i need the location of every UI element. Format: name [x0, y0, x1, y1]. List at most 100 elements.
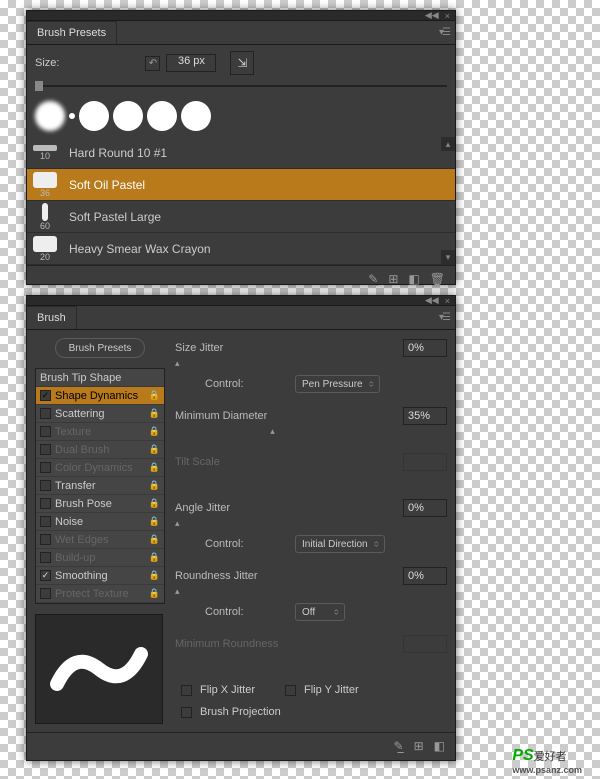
collapse-icon[interactable]: ◀◀: [425, 10, 439, 21]
brush-preview-icon[interactable]: [181, 101, 211, 131]
reset-size-icon[interactable]: ↶: [145, 56, 160, 71]
flyout-menu-icon[interactable]: ▾☰: [439, 27, 449, 38]
flip-x-checkbox[interactable]: Flip X Jitter: [181, 684, 255, 696]
checkbox-icon[interactable]: [40, 588, 51, 599]
tab-brush[interactable]: Brush: [27, 306, 77, 329]
roundness-jitter-slider[interactable]: ▴: [175, 588, 447, 598]
roundness-control-dropdown[interactable]: Off: [295, 603, 345, 621]
lock-icon[interactable]: 🔒: [149, 480, 160, 491]
option-transfer[interactable]: Transfer🔒: [36, 477, 164, 495]
option-brush-pose[interactable]: Brush Pose🔒: [36, 495, 164, 513]
brush-preview-icon[interactable]: [113, 101, 143, 131]
angle-jitter-slider[interactable]: ▴: [175, 520, 447, 530]
brush-row[interactable]: 60 Soft Pastel Large: [27, 201, 455, 233]
checkbox-icon[interactable]: [40, 408, 51, 419]
checkbox-icon[interactable]: [40, 480, 51, 491]
new-icon[interactable]: ◧: [408, 272, 419, 286]
option-dual-brush[interactable]: Dual Brush 🔒: [36, 441, 164, 459]
lock-icon[interactable]: 🔒: [149, 408, 160, 419]
brush-preview-icon[interactable]: [147, 101, 177, 131]
scroll-up-icon[interactable]: ▴: [441, 137, 455, 151]
option-shape-dynamics[interactable]: Shape Dynamics🔒: [36, 387, 164, 405]
save-preset-icon[interactable]: ⊞: [414, 739, 424, 753]
size-input[interactable]: 36 px: [166, 54, 216, 72]
option-build-up[interactable]: Build-up🔒: [36, 549, 164, 567]
brush-row[interactable]: 36 Soft Oil Pastel: [27, 169, 455, 201]
flip-y-checkbox[interactable]: Flip Y Jitter: [285, 684, 359, 696]
lock-icon[interactable]: 🔒: [149, 390, 160, 401]
checkbox-icon[interactable]: [40, 498, 51, 509]
angle-jitter-value[interactable]: 0%: [403, 499, 447, 517]
lock-icon[interactable]: 🔒: [149, 462, 160, 473]
size-slider[interactable]: [27, 81, 455, 95]
lock-icon[interactable]: 🔒: [149, 426, 160, 437]
brush-preview: [35, 614, 163, 724]
lock-icon[interactable]: 🔒: [149, 534, 160, 545]
lock-icon[interactable]: 🔒: [149, 498, 160, 509]
option-wet-edges[interactable]: Wet Edges🔒: [36, 531, 164, 549]
option-texture[interactable]: Texture🔒: [36, 423, 164, 441]
lock-icon[interactable]: 🔒: [149, 588, 160, 599]
min-diameter-value[interactable]: 35%: [403, 407, 447, 425]
close-icon[interactable]: ×: [445, 11, 450, 21]
panel-footer: ✎̲ ⊞ ◧ 🗑: [27, 265, 455, 292]
option-smoothing[interactable]: Smoothing🔒: [36, 567, 164, 585]
brush-engine-icon[interactable]: ✎̲: [368, 272, 378, 286]
control-label: Control:: [175, 606, 295, 618]
trash-icon[interactable]: 🗑: [430, 272, 445, 286]
brush-row[interactable]: ▾ 20 Heavy Smear Wax Crayon: [27, 233, 455, 265]
brush-engine-icon[interactable]: ✎̲: [394, 739, 404, 753]
checkbox-icon[interactable]: [40, 516, 51, 527]
min-roundness-label: Minimum Roundness: [175, 638, 295, 650]
brush-preview-icon[interactable]: [35, 101, 65, 131]
checkbox-icon[interactable]: [40, 534, 51, 545]
option-brush-tip-shape[interactable]: Brush Tip Shape: [36, 369, 164, 387]
lock-icon[interactable]: 🔒: [149, 570, 160, 581]
panel-titlebar[interactable]: ◀◀ ×: [27, 296, 455, 306]
size-control-dropdown[interactable]: Pen Pressure: [295, 375, 380, 393]
checkbox-icon[interactable]: [40, 444, 51, 455]
size-label: Size:: [35, 57, 59, 69]
brush-name: Heavy Smear Wax Crayon: [63, 242, 445, 256]
lock-icon[interactable]: 🔒: [149, 516, 160, 527]
checkbox-icon[interactable]: [40, 570, 51, 581]
roundness-jitter-value[interactable]: 0%: [403, 567, 447, 585]
size-jitter-value[interactable]: 0%: [403, 339, 447, 357]
brush-row[interactable]: ▴ 10 Hard Round 10 #1: [27, 137, 455, 169]
panel-titlebar[interactable]: ◀◀ ×: [27, 11, 455, 21]
brush-preview-icon[interactable]: [79, 101, 109, 131]
option-label: Noise: [55, 516, 83, 528]
collapse-icon[interactable]: ◀◀: [425, 295, 439, 306]
option-label: Dual Brush: [55, 444, 109, 456]
flyout-menu-icon[interactable]: ▾☰: [439, 312, 449, 323]
lock-icon[interactable]: 🔒: [149, 552, 160, 563]
option-noise[interactable]: Noise 🔒: [36, 513, 164, 531]
min-diameter-slider[interactable]: ▴: [175, 428, 447, 438]
option-label: Color Dynamics: [55, 462, 133, 474]
checkbox-icon[interactable]: [40, 390, 51, 401]
close-icon[interactable]: ×: [445, 296, 450, 306]
brush-thumbnails: [27, 95, 455, 137]
angle-control-dropdown[interactable]: Initial Direction: [295, 535, 385, 553]
brush-projection-checkbox[interactable]: Brush Projection: [181, 706, 281, 718]
brush-preview-icon[interactable]: [69, 113, 75, 119]
control-label: Control:: [175, 378, 295, 390]
tab-brush-presets[interactable]: Brush Presets: [27, 21, 117, 44]
checkbox-icon[interactable]: [40, 552, 51, 563]
toggle-view-icon[interactable]: ⇲: [230, 51, 254, 75]
new-icon[interactable]: ◧: [434, 739, 445, 753]
checkbox-icon[interactable]: [40, 462, 51, 473]
lock-icon[interactable]: 🔒: [149, 444, 160, 455]
brush-presets-button[interactable]: Brush Presets: [55, 338, 145, 358]
save-preset-icon[interactable]: ⊞: [388, 272, 398, 286]
option-color-dynamics[interactable]: Color Dynamics 🔒: [36, 459, 164, 477]
checkbox-icon[interactable]: [40, 426, 51, 437]
option-label: Scattering: [55, 408, 105, 420]
tab-bar: Brush ▾☰: [27, 306, 455, 330]
size-jitter-slider[interactable]: ▴: [175, 360, 447, 370]
tab-bar: Brush Presets ▾☰: [27, 21, 455, 45]
option-scattering[interactable]: Scattering 🔒: [36, 405, 164, 423]
stroke-preview-icon: [49, 639, 149, 699]
option-protect-texture[interactable]: Protect Texture🔒: [36, 585, 164, 603]
scroll-down-icon[interactable]: ▾: [441, 250, 455, 264]
